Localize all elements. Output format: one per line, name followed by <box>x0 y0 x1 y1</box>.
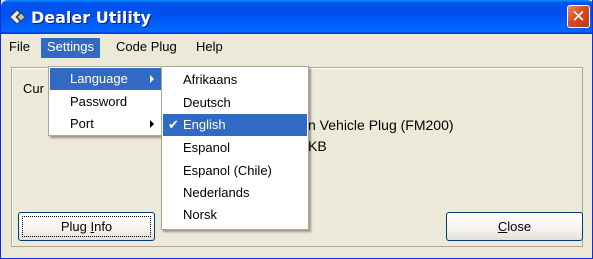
menu-help[interactable]: Help <box>190 38 229 58</box>
settings-menu-port-label: Port <box>70 116 94 131</box>
plug-info-label-b: nfo <box>94 219 113 234</box>
submenu-arrow-icon <box>150 120 154 128</box>
language-english[interactable]: ✔ English <box>163 114 307 136</box>
language-espanol-label: Espanol <box>183 140 230 155</box>
settings-menu-password-label: Password <box>70 94 128 109</box>
window-close-button[interactable]: ✕ <box>567 5 590 28</box>
language-deutsch[interactable]: Deutsch <box>163 92 307 114</box>
settings-menu-language-label: Language <box>70 71 128 86</box>
settings-menu-language[interactable]: Language <box>50 68 161 90</box>
app-icon <box>9 9 26 25</box>
language-menu: Afrikaans Deutsch ✔ English Espanol Espa… <box>161 66 309 230</box>
close-hotkey: C <box>497 219 508 234</box>
language-afrikaans[interactable]: Afrikaans <box>163 69 307 91</box>
language-afrikaans-label: Afrikaans <box>183 72 238 87</box>
menu-file[interactable]: File <box>3 38 36 58</box>
language-espanol-chile[interactable]: Espanol (Chile) <box>163 160 307 182</box>
language-deutsch-label: Deutsch <box>183 95 231 110</box>
menu-code-plug[interactable]: Code Plug <box>110 38 183 58</box>
language-english-label: English <box>183 117 226 132</box>
close-label: lose <box>507 219 532 234</box>
plug-info-hotkey: I <box>90 219 95 234</box>
settings-menu: Language Password Port <box>48 66 163 136</box>
plug-info-label-a: Plug <box>60 219 91 234</box>
plug-size-text: KB <box>308 138 327 154</box>
submenu-arrow-icon <box>150 75 154 83</box>
language-espanol-chile-label: Espanol (Chile) <box>183 163 272 178</box>
close-icon: ✕ <box>571 7 586 26</box>
close-button[interactable]: Close <box>446 212 583 241</box>
checkmark-icon: ✔ <box>168 117 179 132</box>
language-norsk-label: Norsk <box>183 207 217 222</box>
settings-menu-port[interactable]: Port <box>50 113 161 135</box>
settings-menu-password[interactable]: Password <box>50 91 161 113</box>
language-nederlands-label: Nederlands <box>183 185 250 200</box>
menu-bar: File Settings Code Plug Help <box>1 34 592 60</box>
window-title: Dealer Utility <box>31 8 151 27</box>
current-label: Cur <box>23 81 44 96</box>
plug-info-button[interactable]: Plug Info <box>18 212 155 241</box>
title-bar[interactable]: Dealer Utility ✕ <box>1 0 592 34</box>
language-espanol[interactable]: Espanol <box>163 137 307 159</box>
language-nederlands[interactable]: Nederlands <box>163 182 307 204</box>
language-norsk[interactable]: Norsk <box>163 204 307 226</box>
dealer-utility-window: Dealer Utility ✕ File Settings Code Plug… <box>0 0 593 259</box>
plug-name-text: n Vehicle Plug (FM200) <box>308 117 454 133</box>
menu-settings[interactable]: Settings <box>41 38 100 58</box>
